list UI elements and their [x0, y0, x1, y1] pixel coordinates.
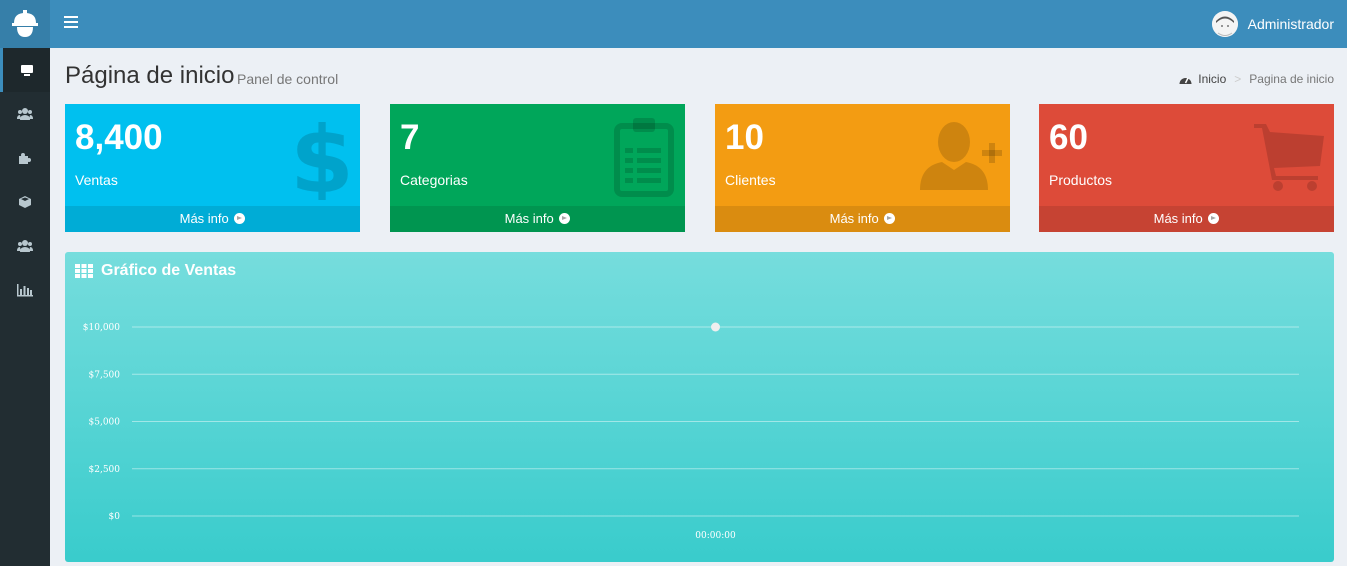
products-more-info-link[interactable]: Más info: [1039, 206, 1334, 232]
arrow-circle-right-icon: [559, 213, 571, 224]
products-count: 60: [1049, 118, 1088, 157]
sidebar-item-categories[interactable]: [0, 136, 50, 180]
user-plus-icon: [918, 120, 1004, 197]
sidebar-item-products[interactable]: [0, 180, 50, 224]
breadcrumb-current: Pagina de inicio: [1249, 72, 1334, 86]
clients-count: 10: [725, 118, 764, 157]
categories-more-info-link[interactable]: Más info: [390, 206, 685, 232]
users-icon: [17, 240, 33, 252]
x-tick-label: 00:00:00: [695, 531, 736, 541]
hamburger-icon: [64, 16, 78, 18]
y-tick-label: $0: [109, 512, 121, 522]
page-subtitle: Panel de control: [237, 71, 339, 87]
sales-label: Ventas: [75, 172, 118, 188]
user-menu[interactable]: Administrador: [1211, 11, 1334, 37]
arrow-circle-right-icon: [234, 213, 246, 224]
dollar-icon: $: [290, 107, 354, 214]
clients-box: 10 Clientes Más info: [715, 104, 1010, 232]
sales-count: 8,400: [75, 118, 163, 157]
sidebar-item-users[interactable]: [0, 92, 50, 136]
data-point[interactable]: [711, 322, 720, 332]
user-name: Administrador: [1247, 16, 1334, 32]
cube-icon: [19, 196, 31, 208]
clients-more-info-link[interactable]: Más info: [715, 206, 1010, 232]
puzzle-icon: [19, 153, 31, 164]
users-icon: [17, 108, 33, 120]
clients-label: Clientes: [725, 172, 776, 188]
y-tick-label: $2,500: [89, 465, 121, 475]
cart-icon: [1254, 122, 1326, 197]
y-tick-label: $5,000: [89, 418, 121, 428]
arrow-circle-right-icon: [1208, 213, 1220, 224]
categories-box: 7 Categorias Más info: [390, 104, 685, 232]
sidebar: [0, 0, 50, 566]
y-tick-label: $10,000: [83, 323, 120, 333]
sidebar-item-clients[interactable]: [0, 224, 50, 268]
arrow-circle-right-icon: [884, 213, 896, 224]
clipboard-icon: [611, 116, 677, 203]
svg-text:$: $: [292, 116, 352, 200]
sales-chart-box: Gráfico de Ventas $0 $2,500 $5,000 $7,500 $1…: [65, 252, 1334, 562]
categories-label: Categorias: [400, 172, 468, 188]
sidebar-item-reports[interactable]: [0, 268, 50, 312]
avatar: [1211, 11, 1238, 37]
y-tick-label: $7,500: [89, 370, 121, 380]
menu-toggle-button[interactable]: [64, 16, 78, 30]
dashboard-icon: [20, 65, 33, 76]
topbar: Administrador: [50, 0, 1347, 48]
categories-count: 7: [400, 118, 420, 157]
sidebar-item-dashboard[interactable]: [0, 48, 50, 92]
sales-box: 8,400 Ventas $ Más info: [65, 104, 360, 232]
breadcrumb: Inicio > Pagina de inicio: [1179, 72, 1334, 86]
user-avatar-icon: [1211, 11, 1238, 37]
breadcrumb-home-link[interactable]: Inicio: [1198, 72, 1226, 86]
page-title: Página de inicio: [65, 62, 235, 89]
dashboard-gauge-icon: [1179, 77, 1192, 84]
products-box: 60 Productos Más info: [1039, 104, 1334, 232]
worker-helmet-icon: [12, 10, 38, 37]
bar-chart-icon: [17, 284, 33, 297]
logo[interactable]: [0, 0, 50, 48]
sales-line-chart: $0 $2,500 $5,000 $7,500 $10,000 00:00:00: [83, 322, 1299, 541]
sales-more-info-link[interactable]: Más info: [65, 206, 360, 232]
products-label: Productos: [1049, 172, 1113, 188]
